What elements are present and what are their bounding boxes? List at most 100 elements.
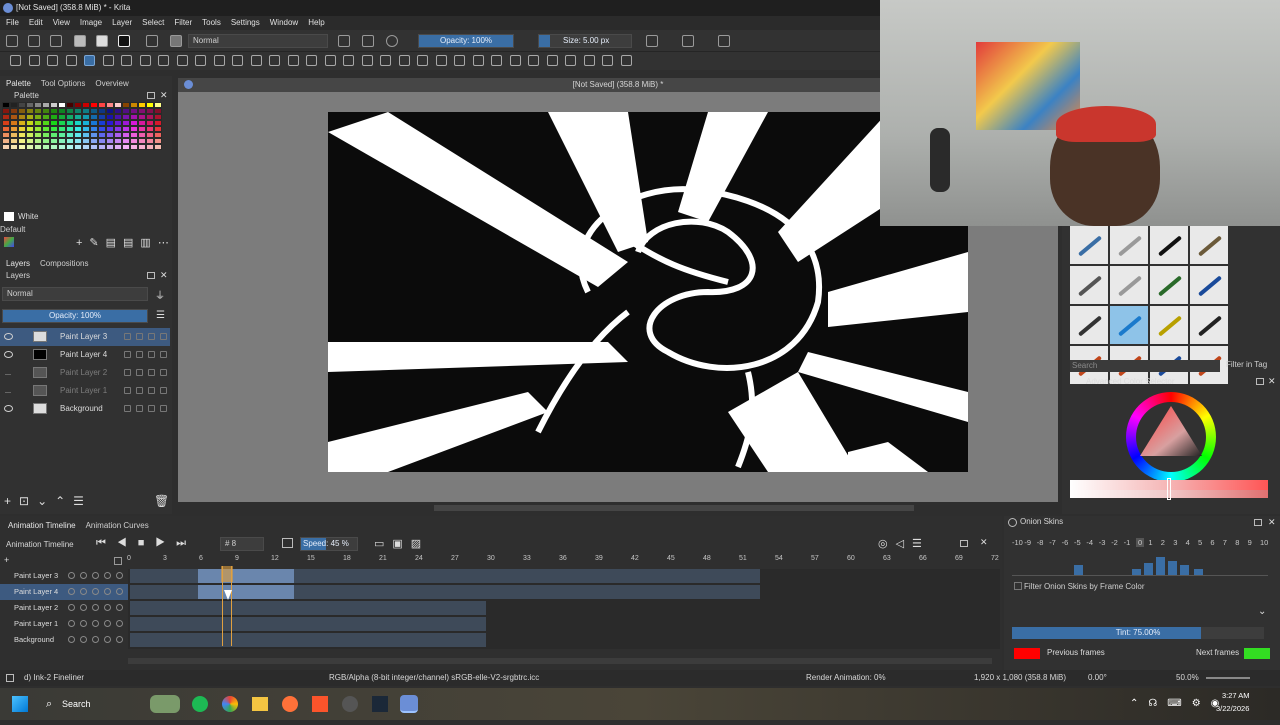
mirror-vertical-icon[interactable] xyxy=(682,35,694,47)
float-layers-docker-icon[interactable] xyxy=(147,272,155,279)
palette-swatch[interactable] xyxy=(98,144,106,150)
timeline-layer-row[interactable]: Paint Layer 2 xyxy=(0,600,128,616)
canvas-horizontal-scrollbar[interactable] xyxy=(434,505,914,511)
palette-swatch[interactable] xyxy=(106,144,114,150)
layer-row[interactable]: Paint Layer 2 xyxy=(0,364,170,382)
layer-row[interactable]: Paint Layer 1 xyxy=(0,382,170,400)
onion-skin-layer-icon[interactable] xyxy=(148,405,155,412)
pan-tool-icon[interactable] xyxy=(620,55,632,66)
chevron-down-icon[interactable]: ⌄ xyxy=(1258,606,1266,617)
menu-help[interactable]: Help xyxy=(308,16,324,30)
brush-preset[interactable] xyxy=(1070,306,1108,344)
clock-date[interactable]: 3/22/2026 xyxy=(1216,693,1249,725)
filter-in-tag-checkbox[interactable]: Filter in Tag xyxy=(1226,360,1267,369)
visibility-icon[interactable] xyxy=(68,636,75,643)
taskbar-search[interactable]: Search xyxy=(62,688,91,720)
brush-preset[interactable] xyxy=(1190,306,1228,344)
lock-icon[interactable] xyxy=(80,604,87,611)
artwork-canvas[interactable] xyxy=(328,112,968,472)
close-color-docker-icon[interactable]: ✕ xyxy=(1268,376,1276,387)
color-label-icon[interactable] xyxy=(116,588,123,595)
close-onion-docker-icon[interactable]: ✕ xyxy=(1268,517,1276,528)
visibility-icon[interactable] xyxy=(68,604,75,611)
palette-swatch[interactable] xyxy=(50,144,58,150)
zoom-slider[interactable] xyxy=(1206,677,1250,679)
brush-preset[interactable] xyxy=(1190,266,1228,304)
polyline-tool-icon[interactable] xyxy=(176,55,188,66)
pin-icon[interactable] xyxy=(104,588,111,595)
shade-slider-handle[interactable] xyxy=(1167,478,1171,500)
crop-tool-icon[interactable] xyxy=(306,55,317,66)
calligraphy-tool-icon[interactable] xyxy=(65,55,77,66)
lock-icon[interactable] xyxy=(80,636,87,643)
onion-skin-layer-icon[interactable] xyxy=(148,369,155,376)
menu-select[interactable]: Select xyxy=(142,16,164,30)
timeline-layer-row[interactable]: Paint Layer 1 xyxy=(0,616,128,632)
brush-settings-icon[interactable] xyxy=(146,35,158,47)
onion-frame-number[interactable]: -5 xyxy=(1074,538,1081,547)
float-timeline-docker-icon[interactable] xyxy=(960,540,968,547)
onion-toggle-icon[interactable] xyxy=(92,620,99,627)
timeline-audio-settings[interactable]: ◎◁☰ xyxy=(878,537,930,550)
brush-preset[interactable] xyxy=(1110,266,1148,304)
onion-toggle-icon[interactable] xyxy=(92,604,99,611)
color-label-icon[interactable] xyxy=(116,636,123,643)
status-color-space[interactable]: RGB/Alpha (8-bit integer/channel) sRGB-e… xyxy=(329,670,539,686)
brush-preset[interactable] xyxy=(1190,226,1228,264)
eraser-toggle-icon[interactable] xyxy=(338,35,350,47)
steam-icon[interactable] xyxy=(372,696,388,712)
onion-frame-number[interactable]: 10 xyxy=(1260,538,1268,547)
status-zoom[interactable]: 50.0% xyxy=(1176,670,1199,686)
color-label-icon[interactable] xyxy=(116,620,123,627)
windows-start-icon[interactable] xyxy=(12,696,28,712)
eye-icon[interactable] xyxy=(4,405,13,412)
freehand-select-tool-icon[interactable] xyxy=(509,55,521,66)
ellipse-select-tool-icon[interactable] xyxy=(472,55,484,66)
tab-overview[interactable]: Overview xyxy=(95,78,128,90)
alpha-lock-icon[interactable] xyxy=(136,351,143,358)
frame-cell[interactable] xyxy=(130,617,486,631)
assistant-tool-icon[interactable] xyxy=(361,55,373,66)
tint-slider[interactable]: Tint: 75.00% xyxy=(1012,627,1264,639)
select-shapes-tool-icon[interactable] xyxy=(10,55,21,66)
onion-frame-number[interactable]: -6 xyxy=(1062,538,1069,547)
pin-icon[interactable] xyxy=(104,636,111,643)
hidden-eye-icon[interactable] xyxy=(5,371,11,375)
layer-properties-icon[interactable] xyxy=(160,405,167,412)
onion-opacity-bar[interactable] xyxy=(1144,563,1153,575)
brush-preset[interactable] xyxy=(1150,306,1188,344)
frame-cell[interactable] xyxy=(130,633,486,647)
timeline-layer-row[interactable]: Paint Layer 4 xyxy=(0,584,128,600)
layer-row[interactable]: Paint Layer 4 xyxy=(0,346,170,364)
onion-frame-number[interactable]: -10 xyxy=(1012,538,1023,547)
chrome-icon[interactable] xyxy=(222,696,238,712)
onion-frame-number[interactable]: -4 xyxy=(1086,538,1093,547)
pattern-swatch-icon[interactable] xyxy=(96,35,108,47)
brave-icon[interactable] xyxy=(312,696,328,712)
layer-row[interactable]: Background xyxy=(0,400,170,418)
lock-icon[interactable] xyxy=(80,620,87,627)
onion-frame-number[interactable]: 8 xyxy=(1235,538,1239,547)
polygon-tool-icon[interactable] xyxy=(158,55,169,66)
onion-skin-layer-icon[interactable] xyxy=(148,333,155,340)
filter-icon[interactable]: ⏚ xyxy=(155,287,165,302)
pin-icon[interactable] xyxy=(104,620,111,627)
ellipse-tool-icon[interactable] xyxy=(139,55,151,66)
smart-patch-tool-icon[interactable] xyxy=(435,55,447,66)
inherit-alpha-icon[interactable] xyxy=(124,387,131,394)
brush-preset[interactable] xyxy=(1070,226,1108,264)
visibility-icon[interactable] xyxy=(68,620,75,627)
inherit-alpha-icon[interactable] xyxy=(124,369,131,376)
layer-actions-bar[interactable]: +⊡⌄⌃☰ xyxy=(4,494,92,508)
layer-properties-icon[interactable] xyxy=(160,333,167,340)
palette-swatch[interactable] xyxy=(74,144,82,150)
widgets-icon[interactable] xyxy=(150,695,180,713)
status-rotation[interactable]: 0.00° xyxy=(1088,670,1107,686)
menu-file[interactable]: File xyxy=(6,16,19,30)
timeline-horizontal-scrollbar[interactable] xyxy=(128,658,992,664)
frame-cell[interactable] xyxy=(130,601,486,615)
drop-frames-icon[interactable] xyxy=(282,538,293,548)
pin-icon[interactable] xyxy=(104,604,111,611)
bezier-tool-icon[interactable] xyxy=(195,55,206,66)
measure-tool-icon[interactable] xyxy=(380,55,391,66)
